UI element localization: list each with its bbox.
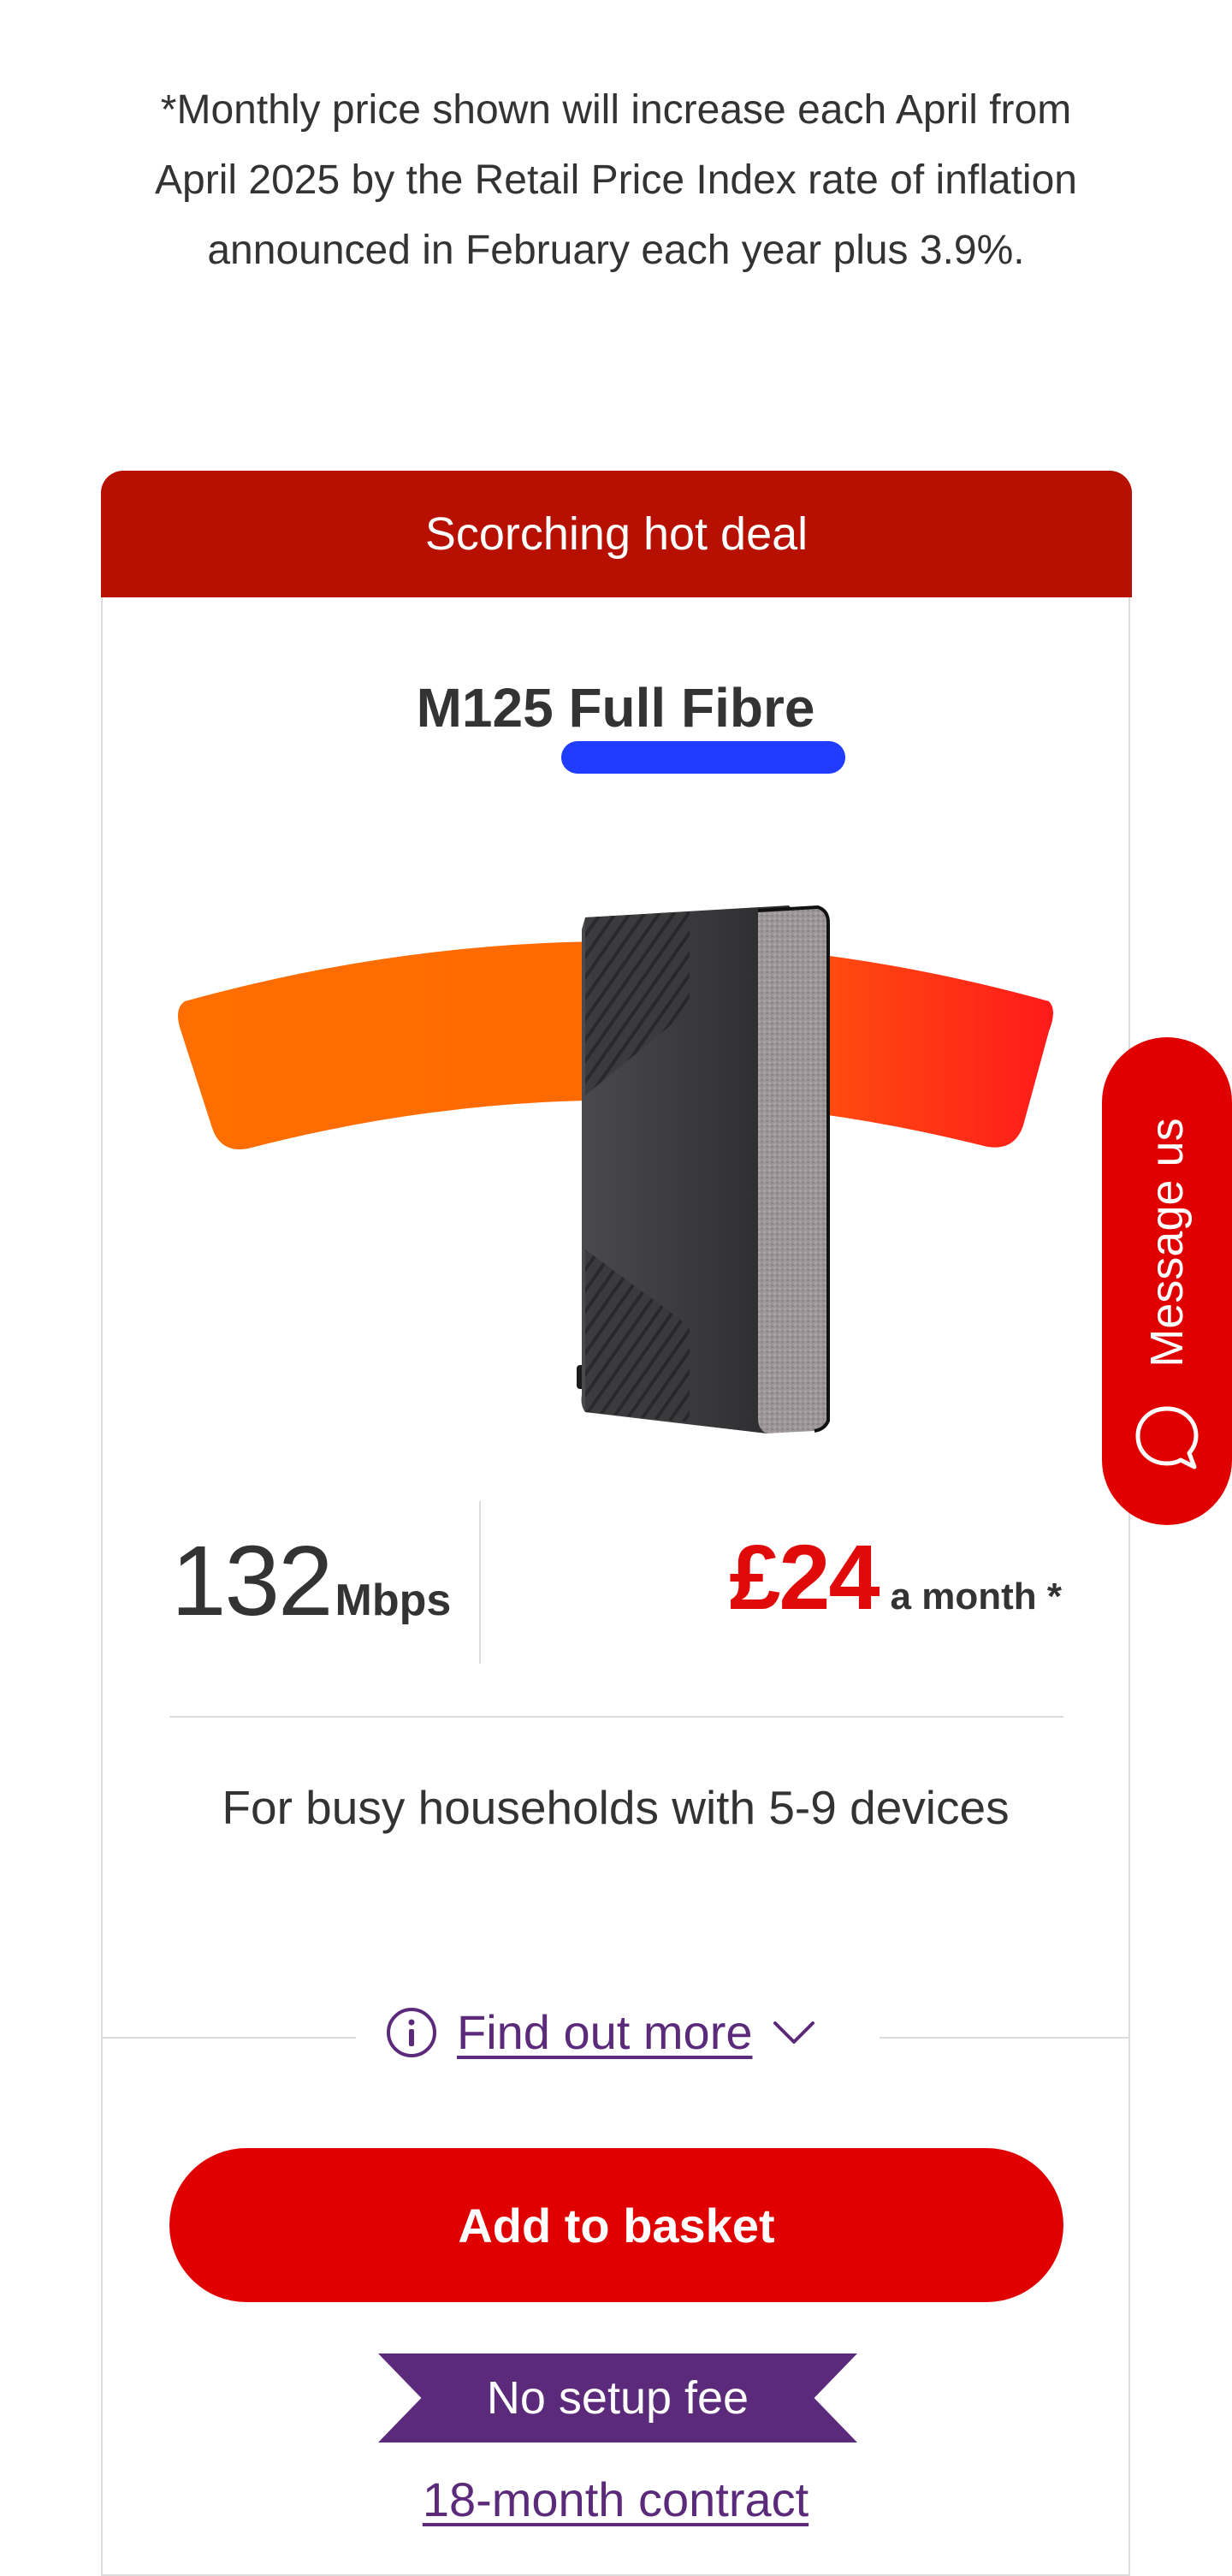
price-suffix: a month * [890, 1576, 1062, 1617]
household-description: For busy households with 5-9 devices [222, 1781, 1010, 1834]
chevron-down-icon [773, 2021, 814, 2044]
monthly-price: £24 a month * [729, 1523, 1062, 1630]
find-out-more-link[interactable]: Find out more [385, 2004, 816, 2060]
stat-divider [479, 1501, 481, 1664]
broadband-deal-card: Scorching hot deal M125 Full Fibre 132 M… [101, 471, 1132, 2576]
speed-value: 132 [171, 1525, 334, 1636]
title-highlight-mark [561, 741, 845, 774]
find-more-rule-right [880, 2037, 1130, 2039]
deal-banner: Scorching hot deal [101, 471, 1132, 597]
no-setup-fee-badge: No setup fee [378, 2353, 857, 2442]
find-more-rule-left [103, 2037, 356, 2039]
info-circle-icon [387, 2007, 436, 2057]
plan-title: M125 Full Fibre [416, 677, 815, 739]
download-speed: 132 Mbps [171, 1523, 451, 1638]
section-divider [169, 1716, 1063, 1718]
speed-unit: Mbps [335, 1576, 452, 1625]
price-disclaimer: *Monthly price shown will increase each … [155, 87, 1077, 273]
router-image [178, 905, 1053, 1433]
message-us-label: Message us [1141, 1118, 1193, 1368]
message-us-tab[interactable]: Message us [1102, 1037, 1232, 1525]
chat-bubble-icon [1135, 1406, 1199, 1469]
add-to-basket-button[interactable]: Add to basket [169, 2148, 1063, 2302]
find-out-more-label: Find out more [457, 2005, 753, 2059]
contract-length-link[interactable]: 18-month contract [103, 2472, 1128, 2527]
price-amount: £24 [729, 1525, 880, 1629]
speed-gauge-router-image [168, 881, 1066, 1446]
